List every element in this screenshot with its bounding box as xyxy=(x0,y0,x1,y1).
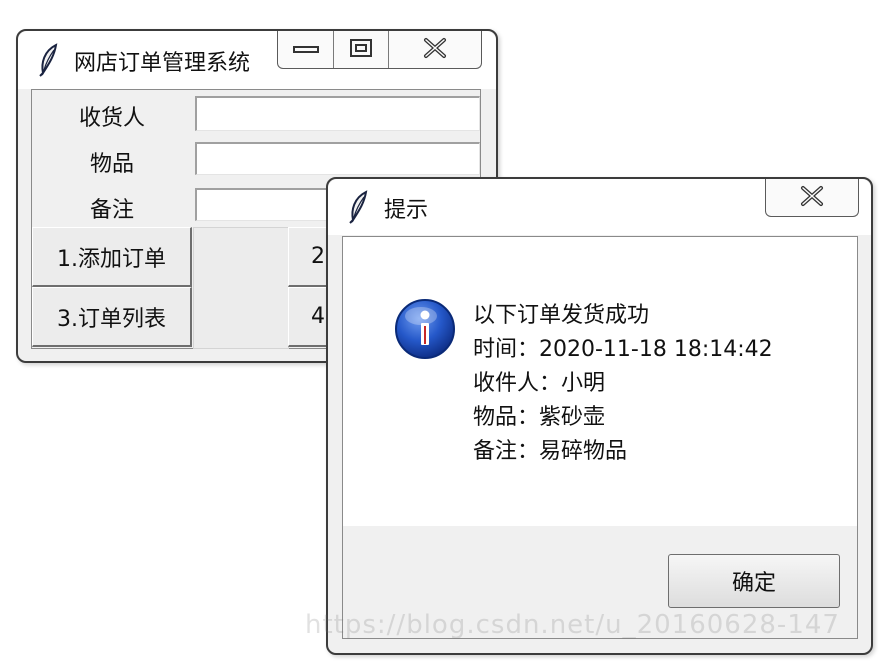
window-controls xyxy=(277,31,482,69)
dialog-close-button[interactable] xyxy=(766,179,858,216)
dialog-titlebar[interactable]: 提示 xyxy=(328,179,871,235)
receiver-field[interactable] xyxy=(195,96,480,131)
message-line-note: 备注：易碎物品 xyxy=(473,439,628,464)
receiver-label: 收货人 xyxy=(78,106,145,131)
order-list-button[interactable]: 3.订单列表 xyxy=(32,287,192,347)
message-line-time: 时间：2020-11-18 18:14:42 xyxy=(473,337,773,362)
note-label: 备注 xyxy=(89,198,134,223)
minimize-icon xyxy=(292,40,319,59)
item-field[interactable] xyxy=(195,142,480,175)
ok-button[interactable]: 确定 xyxy=(668,554,840,608)
close-icon xyxy=(799,185,825,211)
item-label: 物品 xyxy=(89,152,134,177)
add-order-button[interactable]: 1.添加订单 xyxy=(32,227,192,287)
feather-icon xyxy=(38,43,60,81)
message-line-item: 物品：紫砂壶 xyxy=(473,405,606,430)
dialog-message-area: 以下订单发货成功 时间：2020-11-18 18:14:42 收件人：小明 物… xyxy=(342,236,858,527)
dialog-window-controls xyxy=(765,179,859,217)
info-dialog: 提示 以下订单发货成功 时间：2020-11-18 18:14:42 收件人：小… xyxy=(326,177,873,655)
message-line-receiver: 收件人：小明 xyxy=(473,371,606,396)
maximize-button[interactable] xyxy=(334,31,389,68)
feather-icon xyxy=(348,190,370,228)
main-window-title: 网店订单管理系统 xyxy=(74,51,251,76)
close-button[interactable] xyxy=(389,31,481,68)
main-titlebar[interactable]: 网店订单管理系统 xyxy=(18,31,496,89)
watermark: https://blog.csdn.net/u_20160628-147 xyxy=(305,610,840,640)
dialog-message: 以下订单发货成功 时间：2020-11-18 18:14:42 收件人：小明 物… xyxy=(473,299,773,469)
button-gap xyxy=(193,227,289,349)
dialog-title: 提示 xyxy=(384,198,429,223)
maximize-icon xyxy=(349,38,373,62)
info-icon xyxy=(393,297,457,365)
message-line-1: 以下订单发货成功 xyxy=(473,303,650,328)
minimize-button[interactable] xyxy=(278,31,335,68)
close-icon xyxy=(422,37,448,63)
